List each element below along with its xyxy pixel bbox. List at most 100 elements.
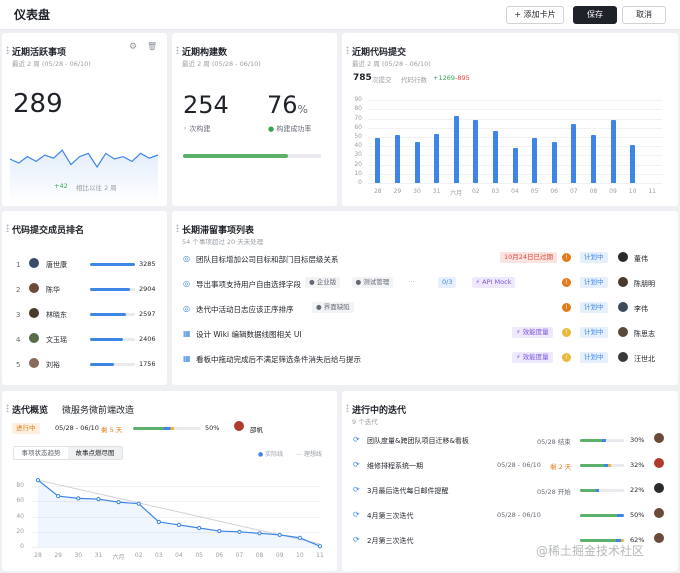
drag-handle-icon[interactable]: [176, 46, 179, 54]
avatar: [653, 532, 665, 544]
x-tick-label: 11: [648, 188, 656, 195]
y-tick-label: 10: [354, 169, 362, 177]
x-tick-label: 08: [255, 552, 264, 559]
x-tick-label: 31: [432, 188, 441, 195]
iteration-date: 05/28 - 06/10: [497, 511, 541, 519]
x-tick-label: 09: [609, 188, 617, 195]
y-tick-label: 0: [358, 179, 362, 186]
x-tick-label: 09: [275, 552, 284, 559]
iteration-name[interactable]: 团队度量&跨团队项目迁移&看板: [367, 436, 469, 446]
build-progress: [183, 154, 321, 158]
recent-items-card: 近期活跃事项 最近 2 周 (05/28 - 06/10) ⚙ 🗑 289 +4…: [2, 33, 167, 206]
actual-point: [76, 496, 81, 501]
x-tick-label: 08: [589, 188, 598, 195]
item-title[interactable]: 设计 Wiki 编辑数据线图相关 UI: [196, 329, 302, 340]
x-tick-label: 31: [94, 552, 103, 559]
avatar: [617, 251, 629, 263]
item-title[interactable]: 看板中拖动完成后不满足筛选条件消失后给与提示: [196, 354, 361, 365]
trash-icon[interactable]: 🗑: [147, 42, 157, 51]
iteration-name[interactable]: 3月最后迭代每日邮件提醒: [367, 486, 448, 496]
avatar: [653, 507, 665, 519]
item-tag: 0/3: [438, 277, 457, 288]
add-card-button[interactable]: + 添加卡片: [506, 6, 564, 24]
owner-name: 汪世北: [634, 355, 655, 363]
drag-handle-icon[interactable]: [6, 46, 9, 54]
x-tick-label: 28: [34, 552, 42, 559]
stale-item-row[interactable]: ◎ 团队目标增加公司目标和部门目标层级关系 10月24日已过期! 计划中 董伟: [172, 251, 678, 275]
tab-status-trend[interactable]: 事项状态趋势: [14, 447, 68, 459]
drag-handle-icon[interactable]: [176, 224, 179, 232]
item-title[interactable]: 迭代中活动日志应该正序排序: [196, 304, 294, 315]
card-subtitle: 最近 2 周 (05/28 - 06/10): [182, 60, 261, 68]
lines-added: +1269: [433, 74, 455, 82]
y-tick-label: 30: [354, 151, 362, 159]
gridline: [368, 118, 662, 120]
gear-icon[interactable]: ⚙: [129, 42, 137, 52]
commit-count: 785: [353, 73, 372, 83]
y-tick-label: 50: [354, 133, 362, 140]
x-tick-label: 05: [530, 188, 539, 195]
item-tag: ⚡ 效能度量: [512, 352, 553, 363]
gridline: [368, 127, 662, 129]
x-tick-label: 06: [550, 188, 558, 195]
progress-segment: [608, 464, 611, 467]
y-tick-label: 20: [354, 160, 362, 168]
x-tick-label: 29: [393, 188, 402, 195]
member-name: 林晓东: [46, 311, 67, 319]
y-tick-label: 40: [354, 142, 362, 150]
stale-item-row[interactable]: ◎ 导出事项支持用户自由选择字段 ● 企业版 ● 测试管理 ··· 0/3 ⚡ API Mo…: [172, 276, 678, 300]
iteration-row[interactable]: ⟳ 团队度量&跨团队项目迁移&看板 05/28 结束 30%: [342, 432, 678, 457]
iteration-percent: 50%: [630, 511, 645, 519]
status-badge[interactable]: 计划中: [580, 277, 608, 288]
member-name: 刘裕: [46, 361, 60, 369]
iteration-icon: ⟳: [353, 510, 360, 519]
rank-row: 5 刘裕 1756: [2, 357, 167, 381]
status-badge[interactable]: 计划中: [580, 352, 608, 363]
item-title[interactable]: 团队目标增加公司目标和部门目标层级关系: [196, 254, 339, 265]
x-tick-label: 30: [413, 188, 421, 195]
ranking-card: 代码提交成员排名 1 唐世康 3285 2 陈华 2904 3 林晓东 2597 4 文玉瑶 2406…: [2, 211, 167, 385]
progress-segment: [616, 514, 624, 517]
iteration-percent: 32%: [630, 461, 645, 469]
project-name[interactable]: 微服务微前端改造: [62, 403, 134, 416]
y-tick-label: 90: [354, 96, 362, 104]
iteration-name[interactable]: 4月第三次迭代: [367, 511, 413, 521]
x-tick-label: 10: [296, 552, 304, 559]
iteration-row[interactable]: ⟳ 3月最后迭代每日邮件提醒 05/28 开始 22%: [342, 482, 678, 507]
stale-item-row[interactable]: ◎ 迭代中活动日志应该正序排序 ● 界面缺陷! 计划中 李伟: [172, 301, 678, 325]
status-badge[interactable]: 计划中: [580, 252, 608, 263]
legend-actual: ● 实际线: [258, 451, 284, 458]
avatar: [617, 351, 629, 363]
drag-handle-icon[interactable]: [6, 404, 9, 412]
stale-item-row[interactable]: ▦ 设计 Wiki 编辑数据线图相关 UI ⚡ 效能度量! 计划中 陈思志: [172, 326, 678, 350]
task-icon: ◎: [183, 304, 190, 313]
x-tick-label: 10: [628, 188, 637, 195]
cancel-button[interactable]: 取消: [622, 6, 666, 24]
drag-handle-icon[interactable]: [346, 404, 349, 412]
item-title[interactable]: 导出事项支持用户自由选择字段: [196, 279, 301, 290]
iteration-name[interactable]: 2月第三次迭代: [367, 536, 413, 546]
task-icon: ◎: [183, 254, 190, 263]
build-count-label: ◦ 次构建: [183, 125, 211, 133]
stale-item-row[interactable]: ▦ 看板中拖动完成后不满足筛选条件消失后给与提示 ⚡ 效能度量! 计划中 汪世北: [172, 351, 678, 375]
drag-handle-icon[interactable]: [6, 224, 9, 232]
bar: [473, 119, 479, 183]
commit-bar-fill: [90, 313, 126, 316]
status-badge[interactable]: 计划中: [580, 302, 608, 313]
tab-burndown[interactable]: 故事点燃尽图: [68, 447, 122, 459]
priority-icon: !: [562, 303, 571, 312]
avatar: [28, 307, 40, 319]
x-tick-label: 02: [471, 188, 480, 195]
iteration-name[interactable]: 维修排程系统一期: [367, 461, 423, 471]
iteration-row[interactable]: ⟳ 维修排程系统一期 05/28 - 06/10 剩 2 天 32%: [342, 457, 678, 482]
avatar: [28, 332, 40, 344]
iteration-overview-card: 迭代概览 微服务微前端改造 进行中 05/28 - 06/10 剩 5 天 50…: [2, 391, 337, 571]
iteration-row[interactable]: ⟳ 4月第三次迭代 05/28 - 06/10 50%: [342, 507, 678, 532]
save-button[interactable]: 保存: [573, 6, 617, 24]
status-badge[interactable]: 计划中: [580, 327, 608, 338]
commit-bar-fill: [90, 263, 135, 266]
actual-point: [197, 525, 202, 531]
gridline: [368, 100, 662, 102]
active-count: 289: [13, 89, 63, 119]
drag-handle-icon[interactable]: [346, 46, 349, 54]
